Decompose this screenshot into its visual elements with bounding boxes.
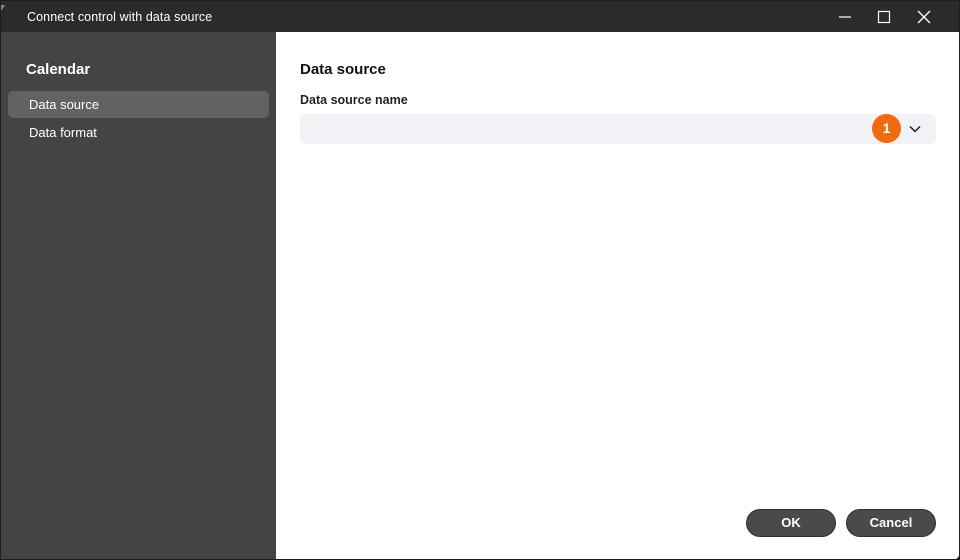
sidebar-item-data-format[interactable]: Data format — [8, 119, 269, 146]
dialog-window: Connect control with data source Calenda… — [0, 0, 960, 560]
close-button[interactable] — [904, 1, 944, 32]
minimize-icon — [839, 15, 851, 18]
data-source-name-label: Data source name — [300, 93, 408, 107]
chevron-down-icon — [909, 125, 921, 133]
data-source-name-select[interactable] — [300, 114, 936, 144]
sidebar: Calendar Data source Data format — [1, 32, 276, 559]
main-panel: Data source Data source name OK Cancel — [276, 32, 959, 559]
app-icon — [1, 5, 5, 11]
ok-button[interactable]: OK — [746, 509, 836, 537]
maximize-icon — [877, 10, 891, 23]
step-badge: 1 — [872, 114, 901, 143]
window-title: Connect control with data source — [27, 10, 213, 24]
sidebar-item-data-source[interactable]: Data source — [8, 91, 269, 118]
cancel-button[interactable]: Cancel — [846, 509, 936, 537]
sidebar-title: Calendar — [26, 61, 91, 78]
close-icon — [917, 10, 931, 23]
minimize-button[interactable] — [825, 1, 865, 32]
title-bar: Connect control with data source — [1, 1, 959, 32]
maximize-button[interactable] — [864, 1, 904, 32]
section-title: Data source — [300, 61, 386, 78]
